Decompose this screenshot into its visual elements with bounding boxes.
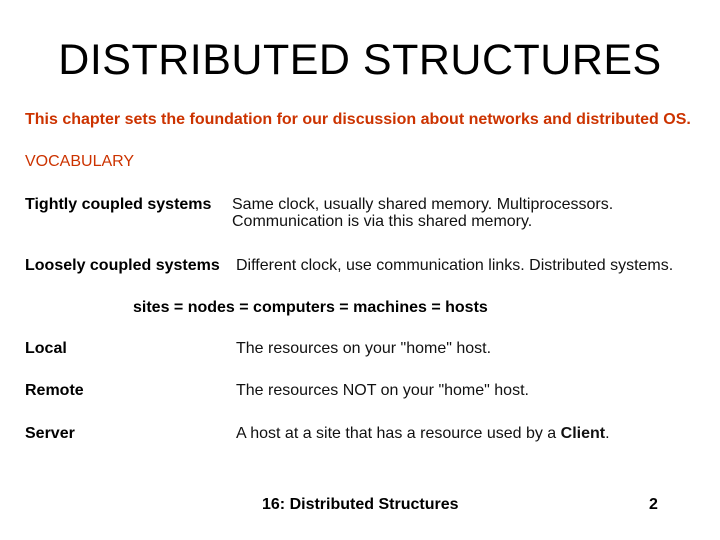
definition-line: Different clock, use communication links… [236,257,674,274]
definition-line: Communication is via this shared memory. [232,213,533,230]
synonyms-line: sites = nodes = computers = machines = h… [133,299,488,316]
section-heading: VOCABULARY [25,153,135,170]
definition-line: Same clock, usually shared memory. Multi… [232,196,614,213]
definition-local: The resources on your "home" host. [236,340,492,357]
term-remote: Remote [25,382,84,399]
footer-label: 16: Distributed Structures [262,496,459,513]
client-term: Client [560,425,606,442]
definition-remote: The resources NOT on your "home" host. [236,382,529,399]
definition-text: A host at a site that has a resource use… [236,425,561,442]
term-tightly-coupled: Tightly coupled systems [25,196,212,213]
term-loosely-coupled: Loosely coupled systems [25,257,220,274]
page-number: 2 [649,496,658,513]
intro-text: This chapter sets the foundation for our… [25,111,691,128]
term-server: Server [25,425,75,442]
term-local: Local [25,340,67,357]
definition-punct: . [605,425,610,442]
definition-server: A host at a site that has a resource use… [236,425,610,443]
slide-title: DISTRIBUTED STRUCTURES [58,36,662,84]
